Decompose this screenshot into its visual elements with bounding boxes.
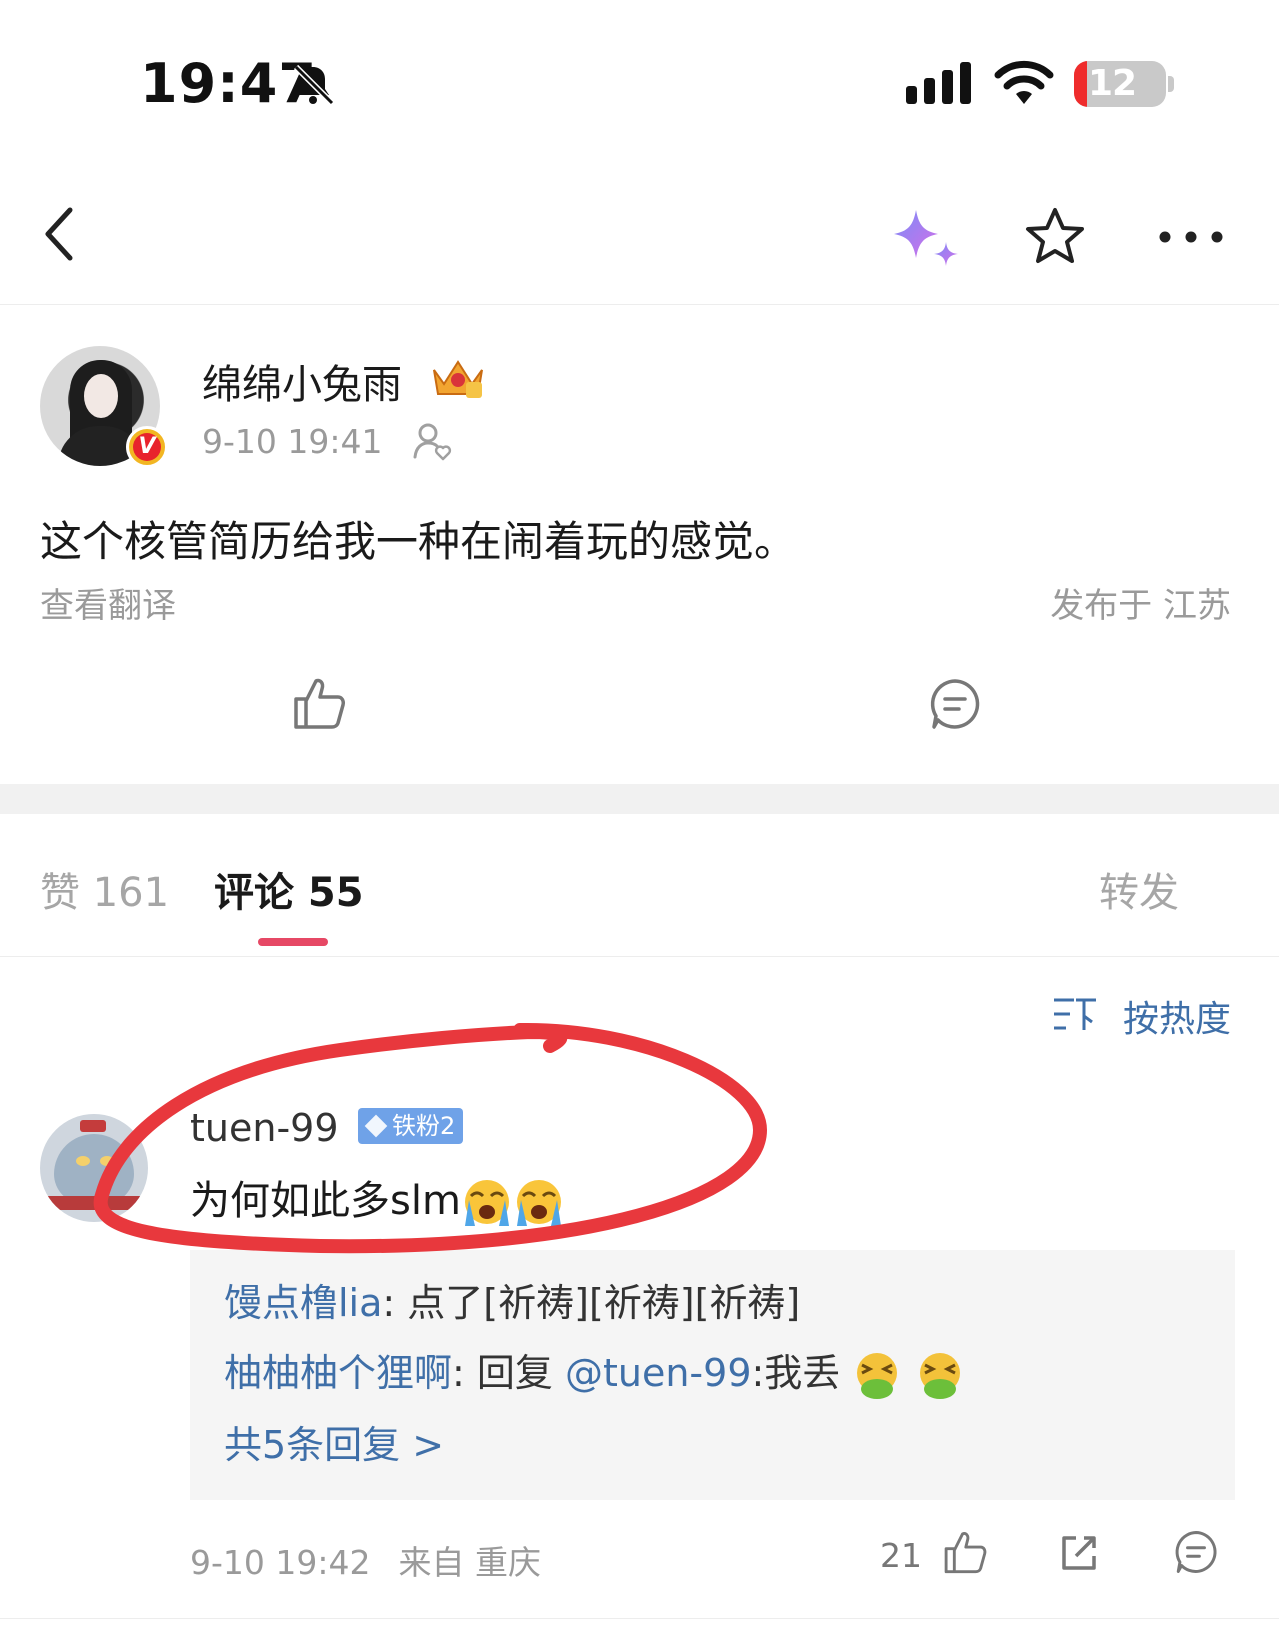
reply-author[interactable]: 馒点橹lia: [224, 1281, 382, 1325]
reply-text-prefix: : 回复: [452, 1351, 565, 1395]
verified-badge-letter: V: [133, 433, 161, 461]
reply-author[interactable]: 柚柚柚个狸啊: [224, 1351, 452, 1395]
comment-text: 为何如此多slm: [190, 1168, 565, 1228]
tab-comments[interactable]: 评论 55: [214, 860, 364, 918]
share-icon[interactable]: [1058, 1532, 1100, 1574]
battery-indicator: 12: [1074, 61, 1166, 107]
tab-likes[interactable]: 赞 161: [40, 860, 169, 918]
diamond-icon: [364, 1114, 388, 1138]
commenter-name[interactable]: tuen-99: [190, 1106, 339, 1150]
wifi-icon: [994, 60, 1054, 104]
comment-body: 为何如此多slm: [190, 1178, 461, 1224]
section-separator: [0, 784, 1279, 814]
sort-icon[interactable]: [1052, 996, 1098, 1032]
star-favorite-icon[interactable]: [1024, 206, 1086, 266]
fan-level-label: 铁粉2: [392, 1112, 456, 1140]
reply-item[interactable]: 馒点橹lia: 点了[祈祷][祈祷][祈祷]: [224, 1272, 800, 1327]
author-name[interactable]: 绵绵小兔雨: [202, 352, 402, 410]
crying-face-icon: [516, 1180, 561, 1226]
reply-preview-box[interactable]: 馒点橹lia: 点了[祈祷][祈祷][祈祷] 柚柚柚个狸啊: 回复 @tuen-…: [190, 1250, 1235, 1500]
tabs-divider: [0, 956, 1279, 957]
post-body-text: 这个核管简历给我一种在闹着玩的感觉。: [40, 517, 797, 566]
comment-location: 来自 重庆: [398, 1543, 542, 1582]
reply-text-suffix: :我丢: [751, 1351, 841, 1395]
battery-tip: [1168, 76, 1174, 92]
active-tab-indicator: [258, 938, 328, 946]
post-time: 9-10 19:41: [202, 422, 383, 461]
tab-reposts[interactable]: 转发: [1099, 860, 1179, 918]
post-location: 发布于 江苏: [1050, 586, 1231, 626]
more-options-icon[interactable]: [1158, 230, 1224, 244]
comment-reply-icon[interactable]: [1174, 1530, 1218, 1574]
comment-icon[interactable]: [929, 678, 981, 730]
view-all-replies-link[interactable]: 共5条回复 >: [224, 1414, 444, 1469]
crying-face-icon: [464, 1180, 509, 1226]
reply-text: : 点了[祈祷][祈祷][祈祷]: [382, 1281, 801, 1325]
sort-by-popularity[interactable]: 按热度: [1123, 990, 1231, 1042]
bottom-divider: [0, 1618, 1279, 1619]
verified-badge: V: [126, 426, 168, 468]
view-translation-link[interactable]: 查看翻译: [40, 578, 176, 627]
nav-divider: [0, 304, 1279, 305]
comment-like-count: 21: [880, 1536, 922, 1575]
comment-time: 9-10 19:42: [190, 1543, 371, 1582]
reply-mention[interactable]: @tuen-99: [565, 1351, 752, 1395]
battery-level: 12: [1088, 63, 1137, 104]
ai-sparkle-icon[interactable]: [892, 208, 964, 270]
vomiting-face-icon: [919, 1352, 960, 1399]
bell-muted-icon: [293, 64, 335, 106]
comment-meta: 9-10 19:42 来自 重庆: [190, 1536, 541, 1584]
cellular-signal-icon: [906, 62, 971, 104]
like-icon[interactable]: [292, 675, 346, 731]
comment-like-icon[interactable]: [942, 1529, 988, 1575]
crown-badge-icon: [433, 360, 483, 398]
fan-level-badge: 铁粉2: [358, 1108, 464, 1144]
reply-item[interactable]: 柚柚柚个狸啊: 回复 @tuen-99:我丢: [224, 1342, 965, 1401]
visibility-fans-icon[interactable]: [412, 421, 454, 461]
vomiting-face-icon: [857, 1352, 898, 1399]
back-icon[interactable]: [40, 206, 80, 262]
commenter-avatar[interactable]: [40, 1114, 148, 1222]
